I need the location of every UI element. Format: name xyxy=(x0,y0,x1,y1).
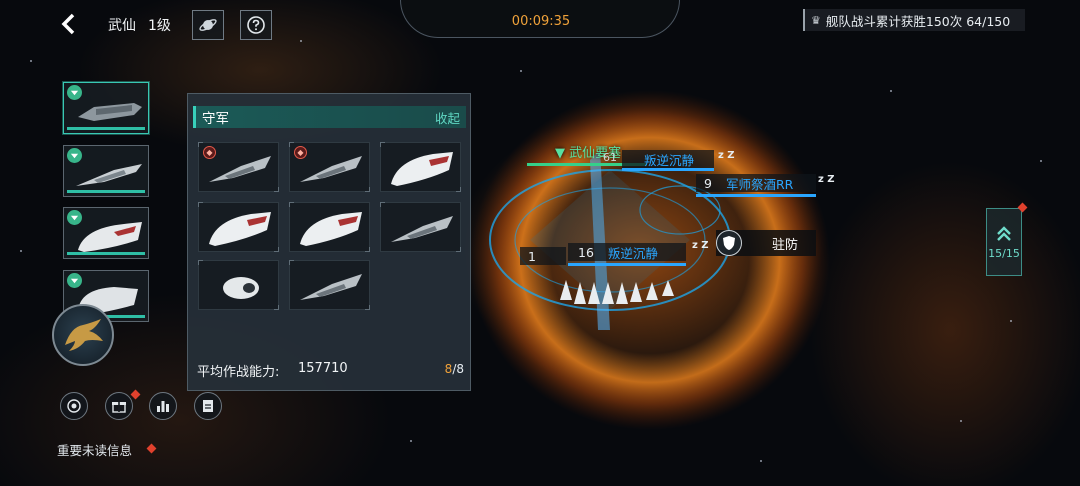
avg-power-value: 157710 xyxy=(298,361,348,376)
avg-power-label: 平均作战能力: xyxy=(197,365,280,380)
star xyxy=(760,460,762,462)
fleet-card-1[interactable] xyxy=(63,82,149,134)
fleet-hp-bar xyxy=(67,127,145,130)
enemy-level: 1 xyxy=(528,248,536,264)
star xyxy=(1010,320,1012,322)
alert-icon: ◆ xyxy=(203,146,216,159)
star xyxy=(1040,160,1042,162)
alert-icon: ◆ xyxy=(294,146,307,159)
fleet-card-3[interactable] xyxy=(63,207,149,259)
help-button[interactable] xyxy=(240,10,272,40)
gift-icon xyxy=(112,402,126,413)
enemy-hp-bar xyxy=(568,263,686,266)
defender-slot[interactable] xyxy=(198,202,279,252)
star xyxy=(890,90,892,92)
log-button[interactable] xyxy=(194,392,222,420)
star xyxy=(20,250,22,252)
shield-icon xyxy=(716,230,742,256)
cruiser-icon xyxy=(300,212,362,246)
fleet-card-2[interactable] xyxy=(63,145,149,197)
planet-icon xyxy=(199,19,217,31)
fleet-hp-bar xyxy=(67,190,145,193)
slot-count-total: 8 xyxy=(456,362,464,376)
defender-slot[interactable] xyxy=(380,202,461,252)
trophy-icon: ♛ xyxy=(811,13,821,27)
player-name: 武仙 xyxy=(108,18,136,34)
back-button[interactable] xyxy=(56,10,82,38)
cruiser-icon xyxy=(209,212,271,246)
chevron-left-icon xyxy=(61,13,75,35)
defender-slot[interactable]: ◆ xyxy=(289,142,370,192)
enemy-tag[interactable]: 叛逆沉静 xyxy=(622,150,714,168)
question-mark-icon xyxy=(247,16,265,34)
pod-icon xyxy=(223,277,259,299)
garrison-button[interactable]: 驻防 xyxy=(716,230,816,256)
enemy-name: 叛逆沉静 xyxy=(644,152,695,168)
frigate-icon xyxy=(300,274,362,300)
star xyxy=(300,40,302,42)
enemy-tag[interactable]: 16 叛逆沉静 xyxy=(568,243,686,261)
defender-slot[interactable] xyxy=(198,260,279,310)
enemy-name: 叛逆沉静 xyxy=(607,245,658,261)
star xyxy=(30,60,32,62)
defender-slot[interactable] xyxy=(289,202,370,252)
sleep-icon: z Z xyxy=(718,150,735,161)
timer-frame: 00:09:35 xyxy=(400,0,680,38)
enemy-tag[interactable]: 1 xyxy=(520,247,566,265)
ranking-button[interactable] xyxy=(149,392,177,420)
collapse-button[interactable]: 收起 xyxy=(435,108,460,127)
sleep-icon: z Z xyxy=(692,240,709,251)
quest-text: 舰队战斗累计获胜150次 64/150 xyxy=(825,13,1011,29)
gift-button[interactable] xyxy=(105,392,133,420)
star xyxy=(410,440,412,442)
player-level: 1级 xyxy=(148,18,171,34)
unread-info-link[interactable]: 重要未读信息 xyxy=(57,440,132,459)
bar-chart-icon xyxy=(157,401,169,412)
enemy-tag[interactable]: 9 军师祭酒RR xyxy=(696,174,816,192)
frigate-icon xyxy=(391,216,453,242)
enemy-level: 9 xyxy=(704,175,712,191)
document-icon xyxy=(203,400,213,412)
panel-header: 守军 收起 xyxy=(193,106,466,128)
target-button[interactable] xyxy=(60,392,88,420)
commander-avatar[interactable] xyxy=(52,304,114,366)
fortress-scene[interactable] xyxy=(470,90,850,350)
star xyxy=(520,70,522,72)
defender-slot[interactable] xyxy=(380,142,461,192)
defender-slot[interactable] xyxy=(289,260,370,310)
battleship-icon xyxy=(78,103,142,121)
frigate-icon xyxy=(76,164,142,186)
unread-info-label: 重要未读信息 xyxy=(57,443,133,458)
star xyxy=(960,420,962,422)
enemy-name: 军师祭酒RR xyxy=(725,176,794,192)
squad-count: 15/15 xyxy=(988,246,1020,260)
fleet-hp-bar xyxy=(67,252,145,255)
enemy-hp-bar xyxy=(696,194,816,197)
sleep-icon: z Z xyxy=(818,174,835,185)
enemy-hp-bar xyxy=(622,168,714,171)
slot-count: 8/8 xyxy=(445,362,464,376)
double-chevron-up-icon xyxy=(997,225,1011,241)
planet-button[interactable] xyxy=(192,10,224,40)
garrison-label: 驻防 xyxy=(772,237,799,253)
countdown-timer: 00:09:35 xyxy=(511,14,571,29)
fortress-flag-icon: ▼ xyxy=(555,146,565,161)
phoenix-emblem-icon xyxy=(65,319,103,351)
defender-slot[interactable]: ◆ xyxy=(198,142,279,192)
target-icon xyxy=(67,399,81,413)
squad-counter-button[interactable]: 15/15 xyxy=(986,208,1022,276)
enemy-level: 16 xyxy=(578,244,594,260)
defense-panel: 守军 收起 ◆ ◆ 平均作战能力: 157710 8/8 xyxy=(187,93,471,391)
quest-tracker[interactable]: ♛ 舰队战斗累计获胜150次 64/150 xyxy=(803,9,1025,31)
cruiser-icon xyxy=(78,222,142,252)
cruiser-icon xyxy=(391,152,453,186)
panel-title: 守军 xyxy=(202,111,229,127)
